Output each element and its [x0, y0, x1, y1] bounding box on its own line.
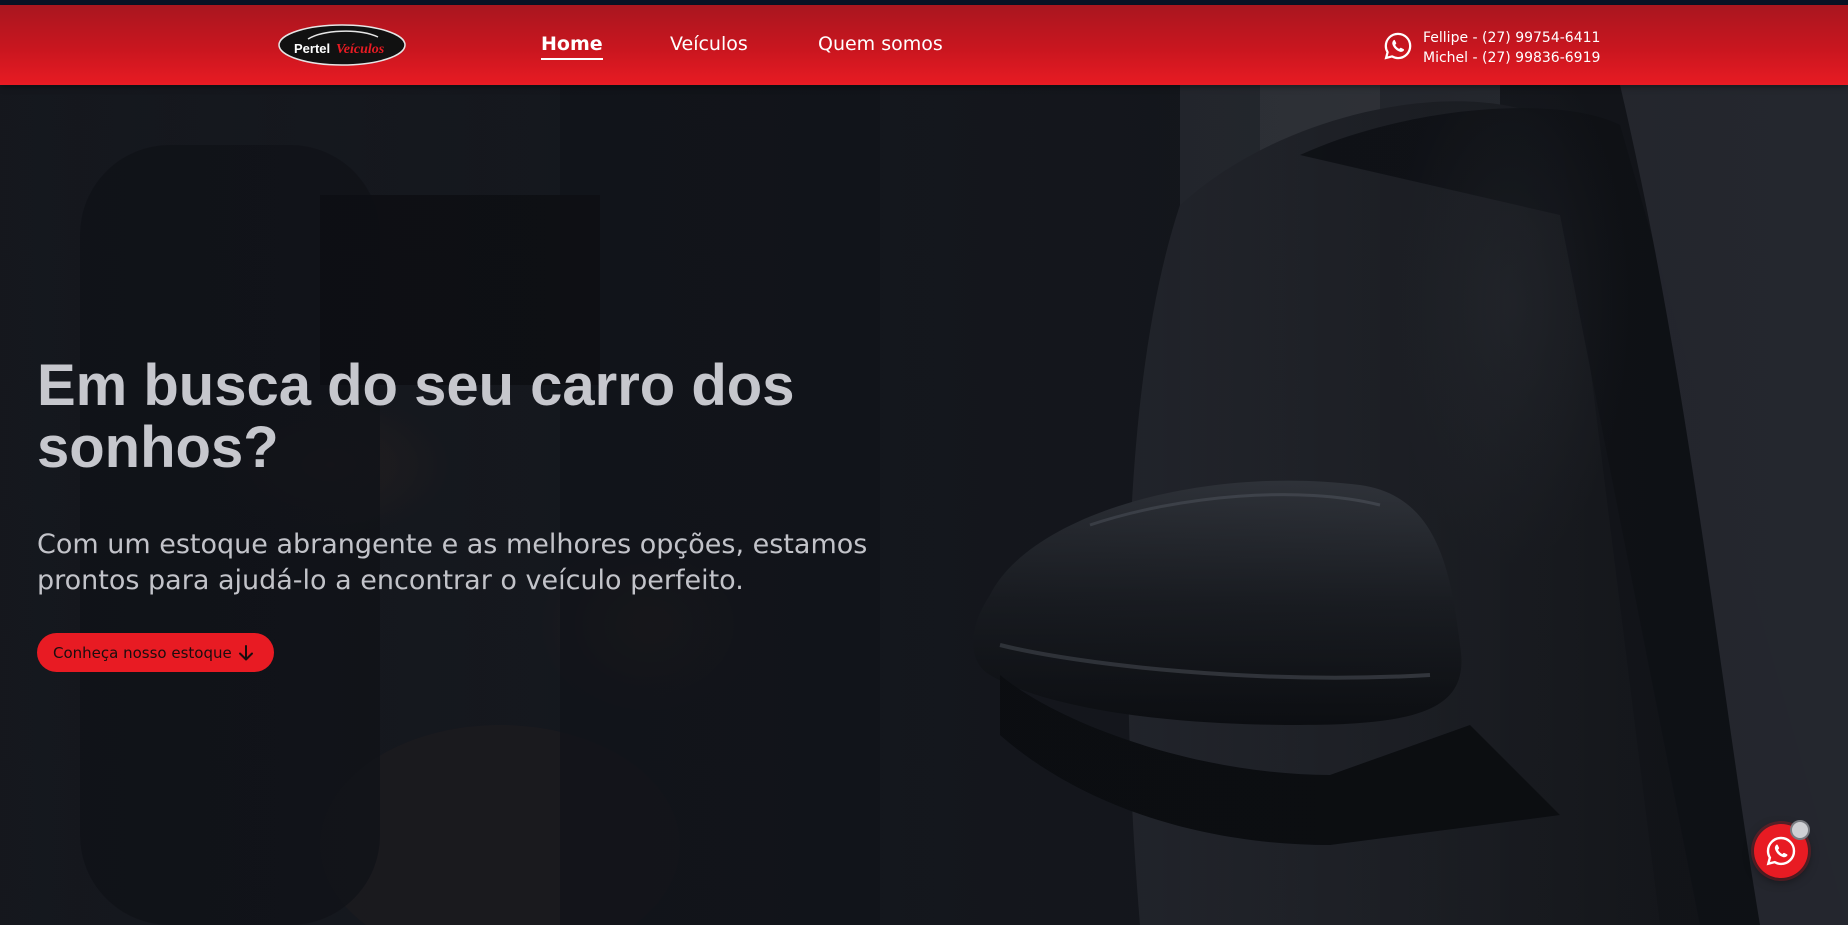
notification-badge — [1790, 820, 1810, 840]
browse-stock-label: Conheça nosso estoque — [53, 643, 232, 662]
browse-stock-button[interactable]: Conheça nosso estoque — [37, 633, 274, 672]
nav-home[interactable]: Home — [541, 33, 603, 60]
contact-line-fellipe: Fellipe - (27) 99754-6411 — [1423, 30, 1601, 46]
hero-title: Em busca do seu carro dos sonhos? — [37, 353, 795, 480]
hero-content: Em busca do seu carro dos sonhos? Com um… — [37, 355, 937, 672]
navbar: Pertel Veículos Home Veículos Quem somos… — [0, 5, 1848, 85]
whatsapp-icon — [1765, 835, 1797, 867]
hero-subtitle: Com um estoque abrangente e as melhores … — [37, 529, 868, 596]
contact-line-michel: Michel - (27) 99836-6919 — [1423, 50, 1601, 66]
hero-section: Em busca do seu carro dos sonhos? Com um… — [0, 85, 1848, 925]
whatsapp-icon — [1383, 31, 1413, 61]
nav-quem-somos[interactable]: Quem somos — [818, 33, 943, 55]
contact-lines: Fellipe - (27) 99754-6411 Michel - (27) … — [1423, 28, 1600, 68]
arrow-down-icon — [238, 644, 254, 662]
nav-veiculos[interactable]: Veículos — [670, 33, 748, 55]
